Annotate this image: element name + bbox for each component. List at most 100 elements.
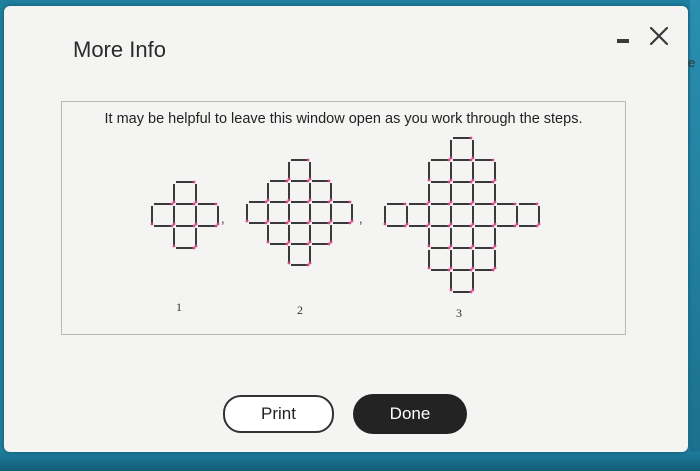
match-head	[537, 222, 541, 226]
background-text-fragment: e	[688, 55, 696, 70]
close-button[interactable]	[647, 24, 671, 48]
match-head	[469, 224, 473, 228]
match-head	[287, 177, 291, 181]
pattern-stage-3	[383, 136, 541, 294]
match-head	[194, 222, 198, 226]
match-head	[491, 202, 495, 206]
dialog-title: More Info	[73, 37, 166, 62]
match-head	[348, 221, 352, 225]
match-head	[172, 244, 176, 248]
background-taskbar	[0, 452, 700, 471]
print-button[interactable]: Print	[223, 395, 334, 433]
match-head	[491, 158, 495, 162]
match-head	[535, 202, 539, 206]
match-head	[192, 180, 196, 184]
match-head	[327, 179, 331, 183]
match-head	[285, 179, 289, 183]
match-head	[170, 224, 174, 228]
match-head	[449, 178, 453, 182]
match-head	[327, 242, 331, 246]
match-head	[469, 202, 473, 206]
match-head	[471, 266, 475, 270]
match-head	[469, 180, 473, 184]
minimize-button[interactable]	[615, 32, 631, 46]
match-head	[403, 224, 407, 228]
match-head	[350, 219, 354, 223]
match-head	[447, 224, 451, 228]
match-head	[427, 244, 431, 248]
figure-separator: ,	[221, 211, 225, 226]
match-head	[469, 246, 473, 250]
match-head	[491, 246, 495, 250]
done-button[interactable]: Done	[353, 394, 467, 434]
match-head	[515, 222, 519, 226]
match-head	[449, 266, 453, 270]
match-head	[471, 156, 475, 160]
match-head	[403, 202, 407, 206]
match-head	[287, 198, 291, 202]
match-head	[172, 222, 176, 226]
figure-label-2: 2	[297, 303, 303, 317]
match-head	[285, 242, 289, 246]
match-head	[449, 156, 453, 160]
match-head	[449, 244, 453, 248]
match-head	[192, 224, 196, 228]
match-head	[427, 266, 431, 270]
match-head	[306, 158, 310, 162]
match-head	[264, 200, 268, 204]
figure-label-3: 3	[456, 306, 462, 320]
match-head	[194, 200, 198, 204]
match-head	[348, 200, 352, 204]
match-head	[447, 202, 451, 206]
match-head	[427, 200, 431, 204]
match-head	[447, 268, 451, 272]
match-head	[285, 200, 289, 204]
match-head	[513, 202, 517, 206]
match-head	[513, 224, 517, 228]
match-head	[471, 200, 475, 204]
match-head	[308, 261, 312, 265]
background-window-edge	[690, 0, 700, 471]
match-head	[287, 261, 291, 265]
match-head	[491, 180, 495, 184]
match-head	[287, 240, 291, 244]
match-head	[329, 219, 333, 223]
match-head	[405, 222, 409, 226]
match-head	[266, 240, 270, 244]
match-head	[447, 158, 451, 162]
match-head	[383, 222, 387, 226]
info-panel: It may be helpful to leave this window o…	[61, 101, 626, 335]
match-head	[245, 219, 249, 223]
match-head	[425, 224, 429, 228]
match-head	[308, 240, 312, 244]
close-icon	[649, 26, 669, 46]
match-head	[308, 177, 312, 181]
match-head	[493, 266, 497, 270]
match-head	[308, 198, 312, 202]
more-info-dialog: More Info It may be helpful to leave thi…	[4, 6, 688, 452]
match-head	[308, 219, 312, 223]
match-head	[327, 221, 331, 225]
match-head	[266, 198, 270, 202]
match-head	[172, 200, 176, 204]
match-head	[493, 244, 497, 248]
match-head	[306, 179, 310, 183]
match-head	[266, 219, 270, 223]
pattern-stage-1	[150, 180, 220, 250]
match-head	[150, 222, 154, 226]
match-head	[306, 200, 310, 204]
match-head	[491, 268, 495, 272]
match-head	[449, 222, 453, 226]
match-head	[469, 136, 473, 140]
match-head	[449, 288, 453, 292]
match-head	[535, 224, 539, 228]
match-head	[216, 222, 220, 226]
match-head	[469, 290, 473, 294]
match-head	[471, 288, 475, 292]
match-head	[194, 244, 198, 248]
match-head	[327, 200, 331, 204]
match-head	[306, 242, 310, 246]
match-head	[214, 224, 218, 228]
match-head	[192, 202, 196, 206]
figure-separator: ,	[359, 211, 363, 226]
